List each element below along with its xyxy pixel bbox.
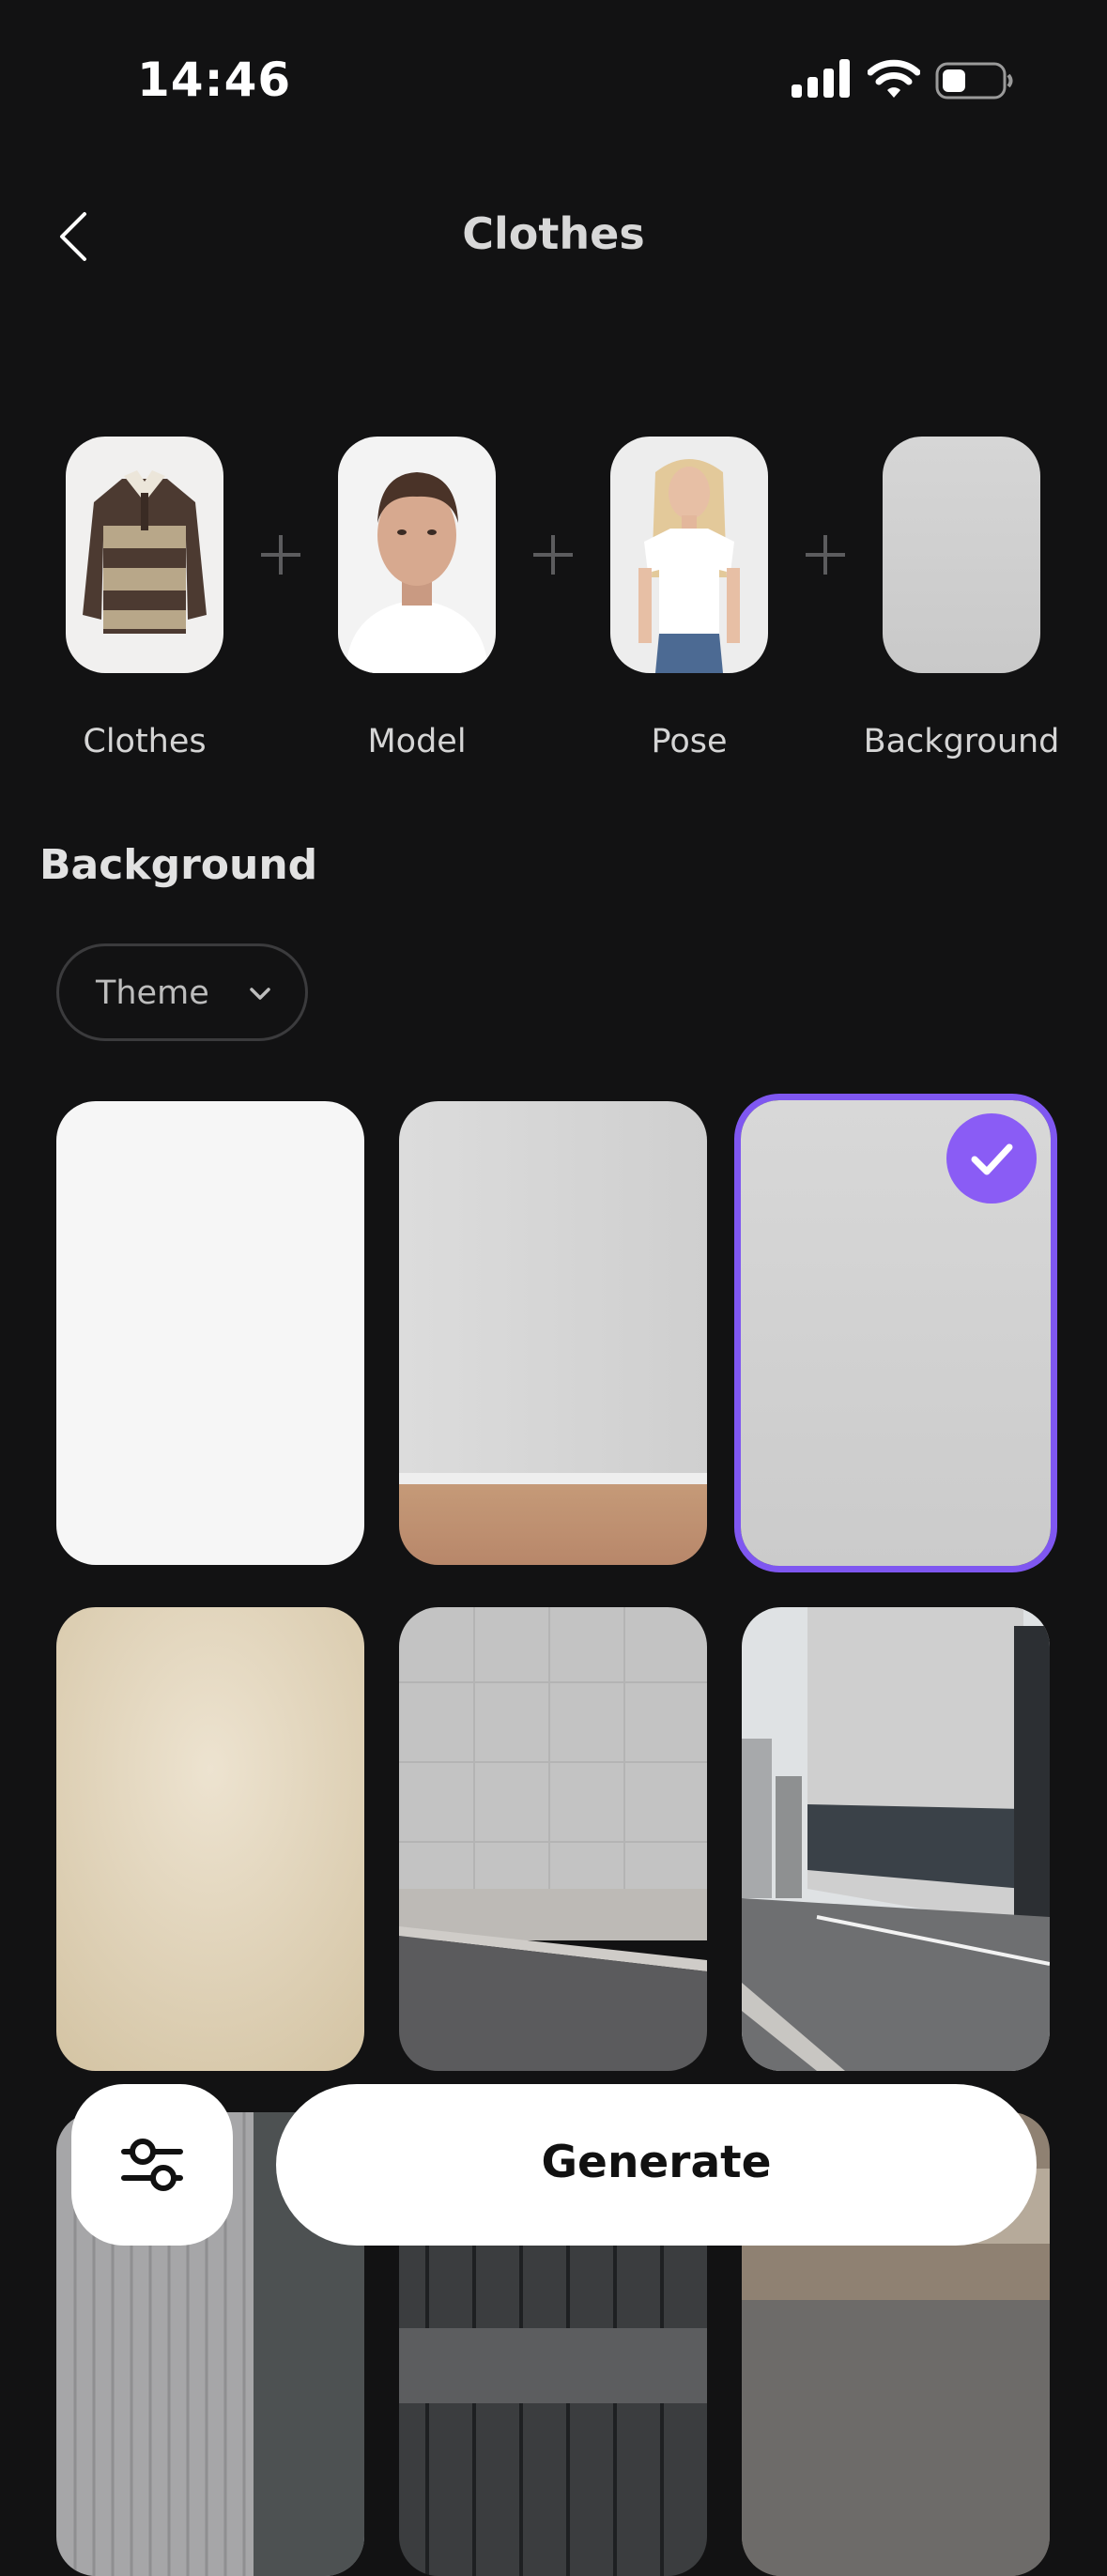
plus-icon	[261, 535, 300, 575]
background-option-beige[interactable]	[56, 1607, 364, 2071]
step-label-pose: Pose	[651, 723, 728, 760]
wifi-icon	[868, 59, 920, 98]
plus-icon	[533, 535, 573, 575]
selected-check-icon	[946, 1113, 1037, 1204]
status-time: 14:46	[137, 53, 292, 107]
sliders-icon	[121, 2139, 183, 2191]
background-option-white[interactable]	[56, 1101, 364, 1565]
background-option-city-street[interactable]	[742, 1607, 1050, 2071]
step-label-model: Model	[367, 723, 467, 760]
generate-button[interactable]: Generate	[276, 2084, 1037, 2246]
step-label-background: Background	[863, 723, 1060, 760]
background-option-concrete-street[interactable]	[399, 1607, 707, 2071]
step-clothes-thumbnail[interactable]	[66, 437, 223, 673]
settings-button[interactable]	[71, 2084, 233, 2246]
step-model-thumbnail[interactable]	[338, 437, 496, 673]
section-title: Background	[39, 841, 318, 889]
step-pose-thumbnail[interactable]	[610, 437, 768, 673]
step-background-thumbnail[interactable]	[883, 437, 1040, 673]
battery-icon	[935, 62, 1013, 100]
generate-button-label: Generate	[541, 2137, 772, 2188]
chevron-down-icon	[250, 988, 270, 1000]
theme-filter-label: Theme	[96, 974, 209, 1012]
step-label-clothes: Clothes	[83, 723, 207, 760]
page-title: Clothes	[462, 208, 645, 259]
plus-icon	[806, 535, 845, 575]
background-option-grey-wall-wood[interactable]	[399, 1101, 707, 1565]
signal-icon	[792, 59, 850, 98]
